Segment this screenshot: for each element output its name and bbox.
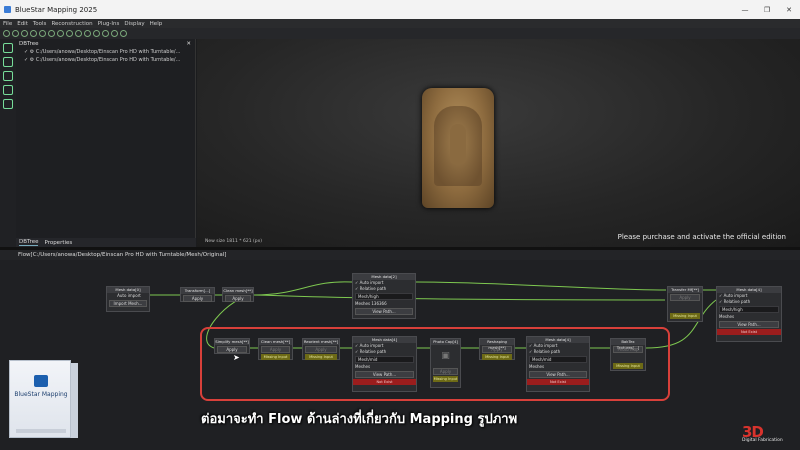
highlight-box bbox=[200, 327, 670, 401]
box-side bbox=[71, 363, 78, 438]
not-exist-badge: Not Exist bbox=[717, 329, 781, 335]
move-icon[interactable] bbox=[48, 30, 55, 37]
tree-item[interactable]: ✓ ⚙ C:/Users/anowa/Desktop/Einscan Pro H… bbox=[16, 56, 195, 64]
settings-icon[interactable] bbox=[3, 99, 13, 109]
meshes-count: Meshes 136366 bbox=[355, 301, 387, 306]
transfer-node[interactable]: Transfer Mf[**] Apply Missing Input bbox=[667, 286, 703, 322]
menu-tools[interactable]: Tools bbox=[33, 21, 47, 27]
light-icon[interactable] bbox=[93, 30, 100, 37]
missing-input-badge: Missing Input bbox=[670, 313, 700, 319]
measure-icon[interactable] bbox=[84, 30, 91, 37]
relative-path-checkbox[interactable]: ✓ Relative path bbox=[353, 286, 415, 292]
checkbox-label: Auto import bbox=[359, 280, 384, 285]
open-icon[interactable] bbox=[3, 30, 10, 37]
camera-icon[interactable] bbox=[102, 30, 109, 37]
apply-button[interactable]: Apply bbox=[225, 295, 251, 302]
view-path-button[interactable]: View Path... bbox=[719, 321, 779, 328]
menu-plugins[interactable]: Plug-Ins bbox=[98, 21, 120, 27]
panel-close-icon[interactable]: ✕ bbox=[186, 41, 191, 47]
node-title: Transfer Mf[**] bbox=[668, 287, 702, 293]
menu-bar: File Edit Tools Reconstruction Plug-Ins … bbox=[0, 19, 800, 28]
scale-icon[interactable] bbox=[57, 30, 64, 37]
import-mesh-button[interactable]: Import Mesh... bbox=[109, 300, 147, 307]
app-icon bbox=[4, 6, 11, 13]
flow-header: Flow[C:/Users/anowa/Desktop/Einscan Pro … bbox=[0, 250, 800, 260]
lasso-icon[interactable] bbox=[75, 30, 82, 37]
title-bar: BlueStar Mapping 2025 — ❐ ✕ bbox=[0, 0, 800, 19]
tree-item-label: C:/Users/anowa/Desktop/Einscan Pro HD wi… bbox=[35, 57, 181, 63]
scanned-amulet-model bbox=[422, 88, 494, 208]
clean-mesh-node[interactable]: Clean mesh[**] Apply bbox=[222, 287, 254, 302]
undo-icon[interactable] bbox=[21, 30, 28, 37]
3d-viewport[interactable]: New size 1811 * 621 (px) Please purchase… bbox=[197, 39, 800, 247]
activation-notice: Please purchase and activate the officia… bbox=[617, 233, 786, 241]
minimize-button[interactable]: — bbox=[734, 0, 756, 19]
mesh-path-field[interactable]: Mesh/high bbox=[719, 306, 779, 313]
relative-path-checkbox[interactable]: ✓ Relative path bbox=[717, 299, 781, 305]
apply-button[interactable]: Apply bbox=[183, 295, 212, 302]
window-controls: — ❐ ✕ bbox=[734, 0, 800, 19]
node-title: Clean mesh[**] bbox=[223, 288, 253, 294]
left-tool-rail bbox=[0, 39, 16, 247]
box-front: BlueStar Mapping bbox=[9, 360, 71, 438]
buddha-figure bbox=[450, 124, 466, 164]
tree-item[interactable]: ✓ ⚙ C:/Users/anowa/Desktop/Einscan Pro H… bbox=[16, 48, 195, 56]
fit-view-icon[interactable] bbox=[120, 30, 127, 37]
flow-title: Flow[C:/Users/anowa/Desktop/Einscan Pro … bbox=[18, 252, 227, 258]
mesh-grid-icon[interactable] bbox=[3, 85, 13, 95]
brand-subtitle: Digital Fabrication bbox=[742, 438, 783, 443]
video-subtitle: ต่อมาจะทำ Flow ด้านล่างที่เกี่ยวกับ Mapp… bbox=[201, 412, 518, 427]
product-box-art: BlueStar Mapping bbox=[9, 360, 78, 438]
menu-display[interactable]: Display bbox=[124, 21, 144, 27]
search-icon[interactable] bbox=[3, 43, 13, 53]
dbtree-tabs: DBTree Properties bbox=[16, 238, 196, 247]
menu-file[interactable]: File bbox=[3, 21, 12, 27]
checkbox-label: Relative path bbox=[359, 286, 387, 291]
dbtree-panel: DBTree ✕ ✓ ⚙ C:/Users/anowa/Desktop/Eins… bbox=[16, 39, 196, 247]
transform-node[interactable]: Transform[...] Apply bbox=[180, 287, 215, 302]
product-name: BlueStar Mapping bbox=[14, 391, 68, 398]
redo-icon[interactable] bbox=[30, 30, 37, 37]
viewport-status: New size 1811 * 621 (px) bbox=[205, 239, 263, 244]
maximize-button[interactable]: ❐ bbox=[756, 0, 778, 19]
mesh-import-node[interactable]: Mesh data[0] Auto import Import Mesh... bbox=[106, 286, 150, 312]
amulet-frame bbox=[434, 106, 482, 186]
mesh-data-node[interactable]: Mesh data[2] ✓ Auto import ✓ Relative pa… bbox=[352, 273, 416, 319]
mesh-data-node-far[interactable]: Mesh data[4] ✓ Auto import ✓ Relative pa… bbox=[716, 286, 782, 342]
apply-button[interactable]: Apply bbox=[670, 294, 700, 301]
mesh-path-field[interactable]: Mesh/high bbox=[355, 293, 413, 300]
toolbar bbox=[0, 28, 800, 39]
view-path-button[interactable]: View Path... bbox=[355, 308, 413, 315]
node-title: Transform[...] bbox=[181, 288, 214, 294]
tab-dbtree[interactable]: DBTree bbox=[19, 239, 39, 246]
close-button[interactable]: ✕ bbox=[778, 0, 800, 19]
tab-properties[interactable]: Properties bbox=[44, 240, 72, 246]
save-icon[interactable] bbox=[12, 30, 19, 37]
checkbox-label: Auto import bbox=[723, 293, 748, 298]
menu-help[interactable]: Help bbox=[150, 21, 163, 27]
brand-watermark: 3D Digital Fabrication bbox=[742, 423, 796, 447]
tree-item-label: C:/Users/anowa/Desktop/Einscan Pro HD wi… bbox=[35, 49, 181, 55]
checkbox-label: Relative path bbox=[723, 299, 751, 304]
node-subtitle: Auto import bbox=[117, 293, 141, 298]
node-graph-icon[interactable] bbox=[3, 71, 13, 81]
menu-reconstruction[interactable]: Reconstruction bbox=[51, 21, 92, 27]
select-icon[interactable] bbox=[66, 30, 73, 37]
grid-icon[interactable] bbox=[111, 30, 118, 37]
menu-edit[interactable]: Edit bbox=[17, 21, 28, 27]
dbtree-title: DBTree bbox=[19, 40, 39, 47]
rotate-icon[interactable] bbox=[39, 30, 46, 37]
dbtree-header: DBTree ✕ bbox=[16, 39, 195, 48]
bluestar-logo-icon bbox=[34, 375, 48, 387]
meshes-count: Meshes bbox=[719, 314, 735, 319]
zoom-icon[interactable] bbox=[3, 57, 13, 67]
window-title: BlueStar Mapping 2025 bbox=[15, 5, 98, 14]
box-footer bbox=[16, 429, 66, 433]
